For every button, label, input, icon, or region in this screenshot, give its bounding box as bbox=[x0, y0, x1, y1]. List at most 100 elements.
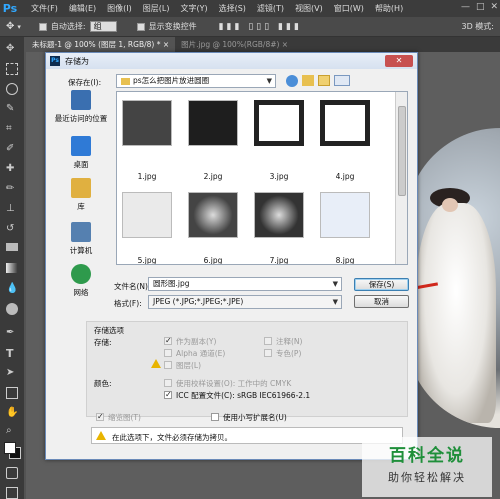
menu-edit[interactable]: 编辑(E) bbox=[69, 3, 96, 14]
photoshop-small-icon: Ps bbox=[50, 56, 60, 66]
place-recent[interactable]: 最近访问的位置 bbox=[51, 90, 111, 124]
tab-image-jpg[interactable]: 图片.jpg @ 100%(RGB/8#) × bbox=[175, 37, 294, 52]
file-thumb-3[interactable] bbox=[254, 100, 304, 146]
file-name-1[interactable]: 1.jpg bbox=[117, 172, 177, 181]
healing-brush-tool-icon[interactable]: ✚ bbox=[6, 163, 18, 175]
menu-layer[interactable]: 图层(L) bbox=[143, 3, 170, 14]
move-tool-icon[interactable]: ✥ bbox=[6, 21, 14, 32]
menu-help[interactable]: 帮助(H) bbox=[375, 3, 403, 14]
icc-profile-label: ICC 配置文件(C): sRGB IEC61966-2.1 bbox=[176, 391, 311, 400]
watermark-main: 百科全说 bbox=[389, 446, 465, 466]
place-network-label: 网络 bbox=[73, 288, 89, 297]
notes-label: 注释(N) bbox=[276, 337, 303, 346]
file-thumb-2[interactable] bbox=[188, 100, 238, 146]
icc-profile-checkbox[interactable] bbox=[164, 390, 172, 399]
file-name-6[interactable]: 6.jpg bbox=[183, 256, 243, 264]
view-menu-icon[interactable] bbox=[334, 75, 350, 86]
file-name-8[interactable]: 8.jpg bbox=[315, 256, 375, 264]
scrollbar-thumb[interactable] bbox=[398, 106, 406, 196]
menu-filter[interactable]: 滤镜(T) bbox=[257, 3, 284, 14]
path-selection-tool-icon[interactable]: ➤ bbox=[6, 367, 18, 379]
align-icons[interactable]: ▮▮▮ ▯▯▯ ▮▮▮ bbox=[219, 22, 302, 32]
eyedropper-tool-icon[interactable]: ✐ bbox=[6, 143, 18, 155]
menu-image[interactable]: 图像(I) bbox=[107, 3, 132, 14]
file-thumb-6[interactable] bbox=[188, 192, 238, 238]
tab-untitled-1[interactable]: 未标题-1 @ 100% (图层 1, RGB/8) * × bbox=[26, 37, 176, 52]
blur-tool-icon[interactable]: 💧 bbox=[6, 283, 18, 295]
dialog-titlebar: Ps 存储为 ✕ bbox=[46, 53, 417, 69]
menu-view[interactable]: 视图(V) bbox=[295, 3, 323, 14]
filename-label: 文件名(N): bbox=[114, 282, 151, 291]
as-copy-checkbox[interactable] bbox=[164, 336, 172, 345]
gradient-tool-icon[interactable] bbox=[6, 263, 18, 273]
screen-mode-icon[interactable] bbox=[6, 487, 18, 499]
show-transform-label: 显示变换控件 bbox=[148, 22, 197, 31]
place-computer[interactable]: 计算机 bbox=[51, 222, 111, 256]
close-window-button[interactable]: ✕ bbox=[490, 2, 498, 12]
notes-checkbox[interactable] bbox=[264, 337, 272, 345]
up-folder-icon[interactable] bbox=[302, 75, 314, 86]
alpha-checkbox[interactable] bbox=[164, 349, 172, 357]
maximize-button[interactable]: □ bbox=[476, 2, 485, 12]
menu-type[interactable]: 文字(Y) bbox=[180, 3, 207, 14]
eraser-tool-icon[interactable] bbox=[6, 243, 18, 251]
auto-select-combo[interactable]: 组 bbox=[89, 21, 117, 32]
save-options-heading: 存储选项 bbox=[94, 326, 124, 335]
thumbnail-checkbox[interactable] bbox=[96, 412, 104, 421]
pen-tool-icon[interactable]: ✒ bbox=[6, 327, 18, 339]
save-in-dropdown[interactable]: ps怎么把图片放进圆圈 ▼ bbox=[116, 74, 276, 88]
dialog-close-button[interactable]: ✕ bbox=[385, 55, 413, 67]
file-list-scrollbar[interactable] bbox=[395, 92, 407, 264]
crop-tool-icon[interactable]: ⌗ bbox=[6, 123, 18, 135]
lasso-tool-icon[interactable] bbox=[6, 83, 18, 95]
save-button[interactable]: 保存(S) bbox=[354, 278, 409, 291]
auto-select-checkbox[interactable] bbox=[38, 22, 47, 31]
layers-checkbox[interactable] bbox=[164, 361, 172, 369]
move-tool-icon[interactable]: ✥ bbox=[6, 43, 18, 55]
quick-mask-icon[interactable] bbox=[6, 467, 18, 479]
file-name-3[interactable]: 3.jpg bbox=[249, 172, 309, 181]
file-thumb-8[interactable] bbox=[320, 192, 370, 238]
menu-select[interactable]: 选择(S) bbox=[219, 3, 246, 14]
file-thumb-1[interactable] bbox=[122, 100, 172, 146]
menu-file[interactable]: 文件(F) bbox=[31, 3, 58, 14]
cancel-button[interactable]: 取消 bbox=[354, 295, 409, 308]
place-libraries[interactable]: 库 bbox=[51, 178, 111, 212]
file-name-4[interactable]: 4.jpg bbox=[315, 172, 375, 181]
file-name-2[interactable]: 2.jpg bbox=[183, 172, 243, 181]
zoom-tool-icon[interactable]: ⌕ bbox=[6, 425, 18, 437]
type-tool-icon[interactable]: T bbox=[6, 347, 18, 360]
quick-select-tool-icon[interactable]: ✎ bbox=[6, 103, 18, 115]
minimize-button[interactable]: — bbox=[461, 2, 470, 12]
lowercase-ext-checkbox[interactable] bbox=[211, 413, 219, 421]
menu-window[interactable]: 窗口(W) bbox=[334, 3, 364, 14]
back-icon[interactable] bbox=[286, 75, 298, 87]
spot-checkbox[interactable] bbox=[264, 349, 272, 357]
file-thumb-7[interactable] bbox=[254, 192, 304, 238]
place-network[interactable]: 网络 bbox=[51, 264, 111, 298]
filename-input[interactable]: 圆形图.jpg ▼ bbox=[148, 277, 342, 291]
foreground-color-swatch[interactable] bbox=[4, 442, 16, 454]
clone-stamp-tool-icon[interactable]: ⊥ bbox=[6, 203, 18, 215]
tool-preset-dropdown-icon[interactable]: ▾ bbox=[17, 23, 21, 31]
filename-value: 圆形图.jpg bbox=[153, 279, 190, 288]
file-thumb-5[interactable] bbox=[122, 192, 172, 238]
show-transform-checkbox[interactable] bbox=[136, 22, 145, 31]
history-brush-tool-icon[interactable]: ↺ bbox=[6, 223, 18, 235]
lowercase-ext-label: 使用小写扩展名(U) bbox=[223, 413, 287, 422]
dodge-tool-icon[interactable] bbox=[6, 303, 18, 315]
shape-tool-icon[interactable] bbox=[6, 387, 18, 399]
proof-setup-checkbox[interactable] bbox=[164, 379, 172, 387]
chevron-down-icon: ▼ bbox=[332, 298, 338, 306]
hand-tool-icon[interactable]: ✋ bbox=[6, 407, 18, 419]
brush-tool-icon[interactable]: ✏ bbox=[6, 183, 18, 195]
place-desktop[interactable]: 桌面 bbox=[51, 136, 111, 170]
file-thumb-4[interactable] bbox=[320, 100, 370, 146]
file-list[interactable]: 1.jpg 2.jpg 3.jpg 4.jpg 5.jpg 6.jpg 7.jp… bbox=[116, 91, 408, 265]
desktop-icon bbox=[71, 136, 91, 156]
new-folder-icon[interactable] bbox=[318, 75, 330, 86]
format-select[interactable]: JPEG (*.JPG;*.JPEG;*.JPE) ▼ bbox=[148, 295, 342, 309]
marquee-tool-icon[interactable] bbox=[6, 63, 18, 75]
file-name-5[interactable]: 5.jpg bbox=[117, 256, 177, 264]
file-name-7[interactable]: 7.jpg bbox=[249, 256, 309, 264]
